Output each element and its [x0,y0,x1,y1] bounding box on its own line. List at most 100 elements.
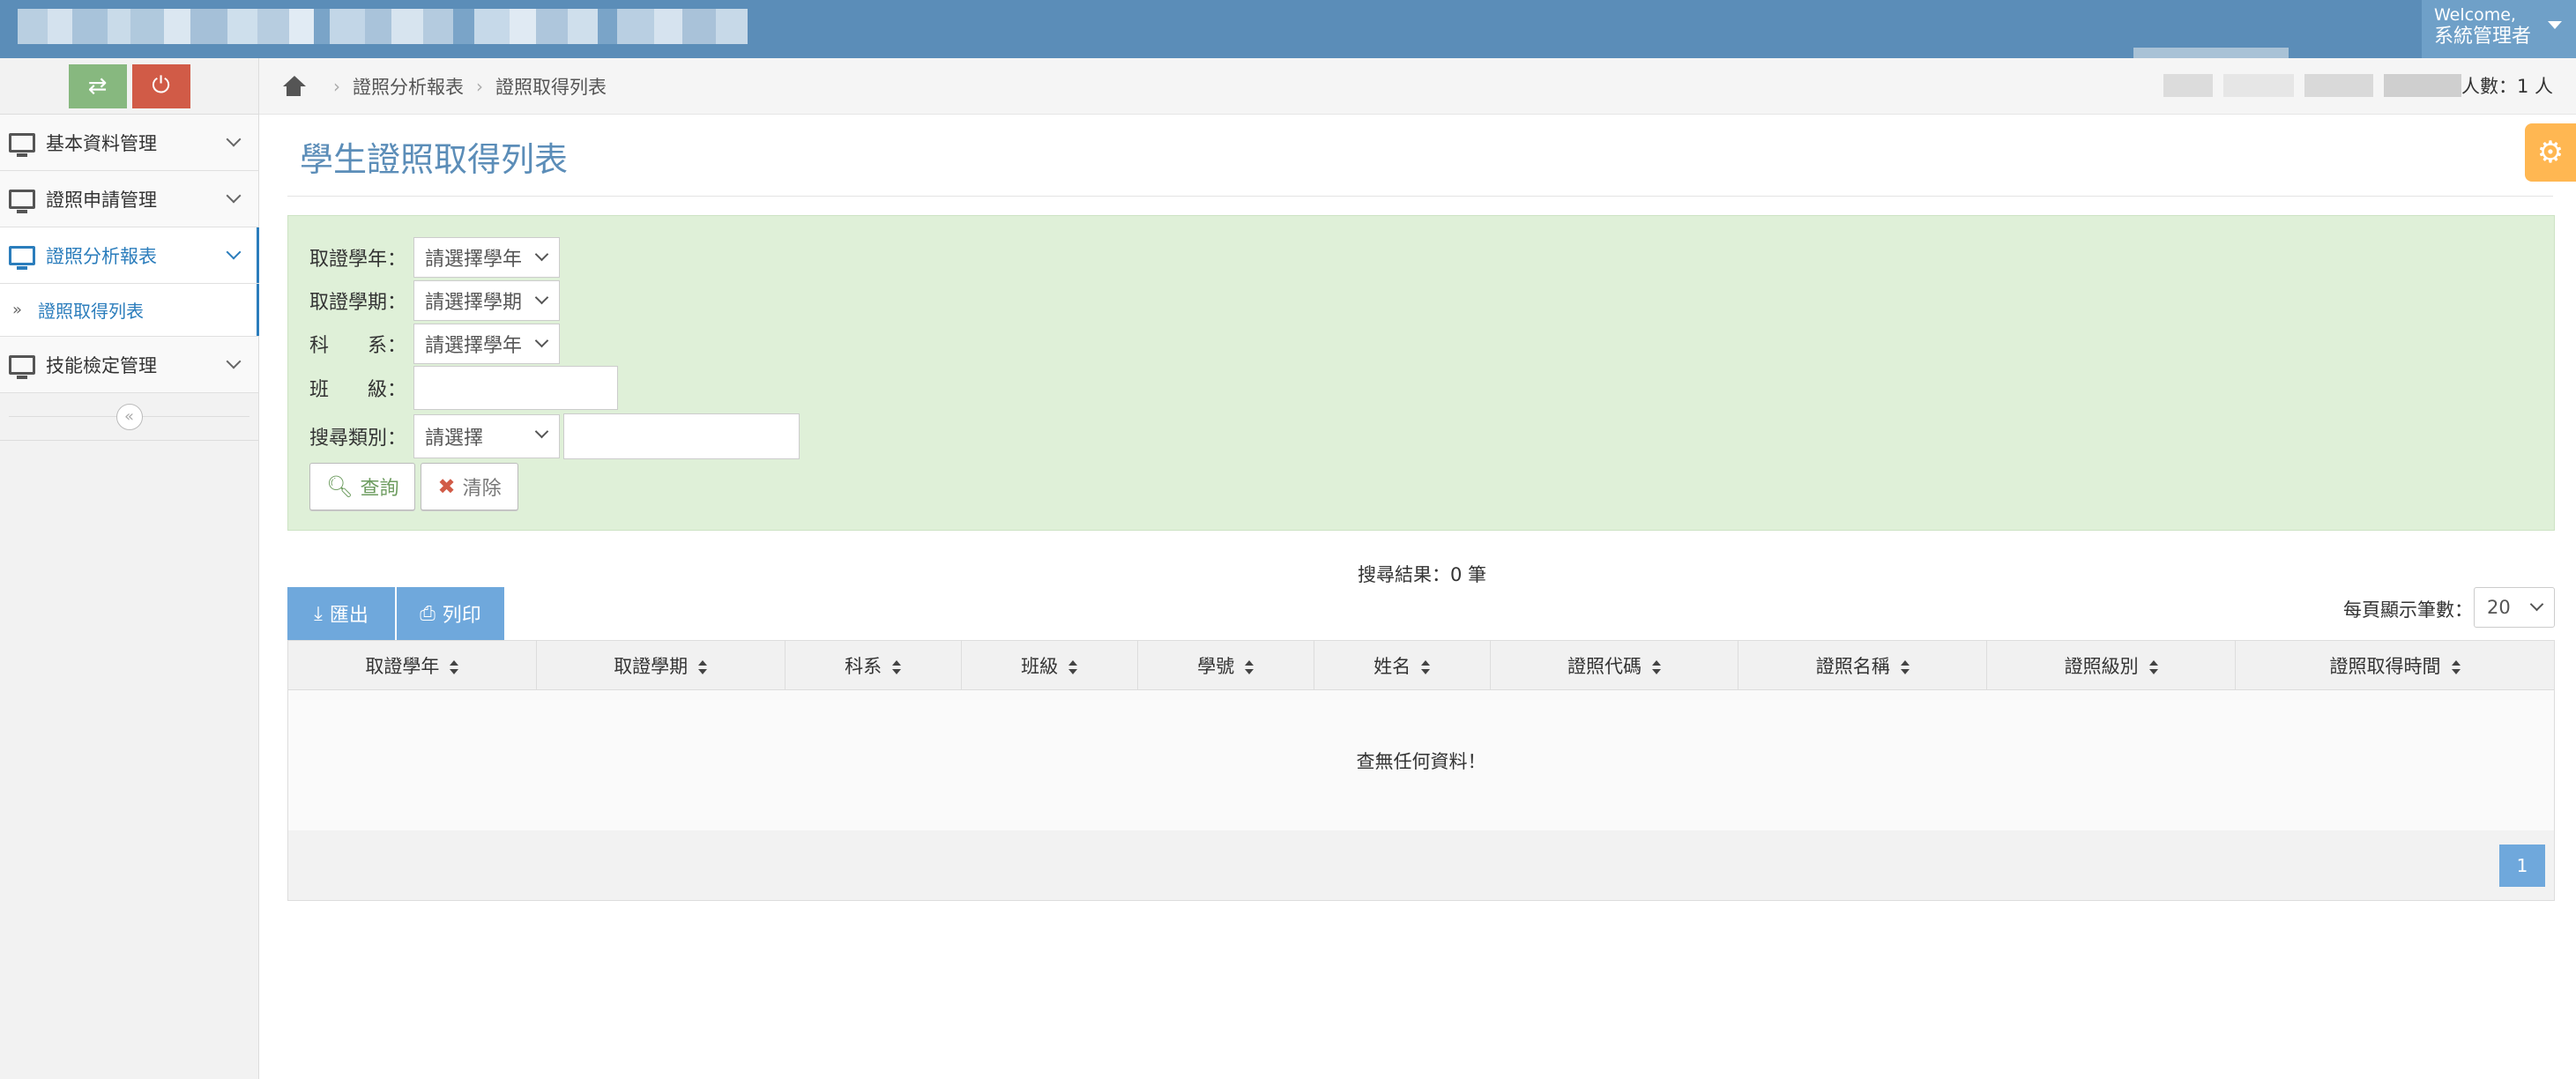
year-select[interactable]: 請選擇學年 [413,237,560,278]
chevron-down-icon [226,244,242,260]
column-label: 學號 [1197,655,1235,677]
dept-select[interactable]: 請選擇學年 [413,324,560,364]
dept-filter-row: 科 系： 請選擇學年 [309,324,560,364]
sidebar-subitem-cert-list[interactable]: » 證照取得列表 [0,284,259,337]
table-header-row: 取證學年 取證學期 科系 班級 學號 姓名 證照代碼 證照名稱 證照級別 證照取… [287,640,2555,690]
type-select[interactable]: 請選擇 [413,414,560,458]
sidebar-subitem-label: 證照取得列表 [38,301,145,322]
search-actions: 🔍︎ 查詢 ✖ 清除 [309,463,518,510]
export-button-label: 匯出 [329,605,369,627]
settings-button[interactable]: ⚙ [2525,123,2576,182]
year-filter-row: 取證學年： 請選擇學年 [309,237,560,278]
sidebar-shortcuts: ⇄ ⏻ [0,58,258,115]
sidebar-item-label: 技能檢定管理 [46,354,157,376]
desktop-icon [9,132,35,157]
breadcrumb: › 證照分析報表 › 證照取得列表 人數：1 人 [259,58,2576,115]
chevron-down-icon [534,290,549,305]
column-header[interactable]: 證照取得時間 [2235,640,2555,690]
class-label: 班 級： [309,379,407,401]
sidebar-collapse-button[interactable]: « [115,403,143,430]
breadcrumb-item-current: 證照取得列表 [495,76,607,98]
blurred-text [2304,74,2373,97]
column-header[interactable]: 姓名 [1313,640,1491,690]
sort-icon [892,659,902,674]
pagination-page-button[interactable]: 1 [2499,845,2545,887]
column-header[interactable]: 證照代碼 [1489,640,1739,690]
header-divider [2133,48,2289,58]
column-header[interactable]: 證照級別 [1986,640,2236,690]
column-label: 取證學年 [365,655,440,677]
sidebar-item-cert-reports[interactable]: 證照分析報表 [0,227,259,284]
column-header[interactable]: 取證學年 [287,640,537,690]
column-label: 取證學期 [614,655,689,677]
results-table: 取證學年 取證學期 科系 班級 學號 姓名 證照代碼 證照名稱 證照級別 證照取… [287,640,2555,831]
welcome-text: Welcome, [2434,5,2516,25]
column-header[interactable]: 科系 [784,640,962,690]
online-users: 人數：1 人 [2163,72,2553,99]
page-size-label: 每頁顯示筆數： [2343,599,2473,621]
keyword-input[interactable] [563,413,800,459]
download-icon: ⤓ [314,602,323,625]
table-footer: 1 [287,830,2555,901]
desktop-icon [9,245,35,270]
page-size-select[interactable]: 20 [2474,587,2555,628]
column-header[interactable]: 學號 [1136,640,1314,690]
export-button[interactable]: ⤓ 匯出 [287,587,395,640]
breadcrumb-separator: › [333,75,340,97]
sidebar-item-label: 基本資料管理 [46,132,157,154]
user-menu[interactable]: Welcome, 系統管理者 [2422,0,2576,58]
brand-logo-blurred [18,9,785,44]
print-button[interactable]: ⎙ 列印 [397,587,504,640]
result-count: 搜尋結果：0 筆 [1358,564,1487,585]
chevron-down-icon [2529,597,2544,612]
chevron-down-icon [534,247,549,262]
column-label: 證照級別 [2064,655,2139,677]
year-label: 取證學年： [309,249,407,271]
print-icon: ⎙ [420,602,436,625]
search-panel: 取證學年： 請選擇學年 取證學期： 請選擇學期 科 系： 請選擇學年 班 級： … [287,215,2555,531]
switch-button[interactable]: ⇄ [68,63,127,108]
blurred-text [2222,74,2294,97]
sort-icon [1900,659,1910,674]
page-size-value: 20 [2487,597,2511,618]
caret-down-icon [2548,21,2562,29]
type-select-value: 請選擇 [425,428,484,450]
column-header[interactable]: 證照名稱 [1738,640,1988,690]
desktop-icon [9,189,35,213]
column-label: 證照取得時間 [2329,655,2441,677]
sidebar-item-cert-application[interactable]: 證照申請管理 [0,171,258,227]
title-divider [287,196,2553,197]
type-label: 搜尋類別： [309,428,407,450]
sidebar-item-skill-test[interactable]: 技能檢定管理 [0,337,258,393]
column-header[interactable]: 取證學期 [535,640,785,690]
sidebar-item-label: 證照申請管理 [46,189,157,211]
sort-icon [450,659,459,674]
breadcrumb-separator: › [476,75,483,97]
clear-button-label: 清除 [462,478,502,500]
chevron-down-icon [534,424,549,439]
year-select-value: 請選擇學年 [425,249,523,271]
term-label: 取證學期： [309,292,407,314]
blurred-text [2383,74,2461,97]
sort-icon [1421,659,1431,674]
query-button[interactable]: 🔍︎ 查詢 [309,463,416,510]
term-select[interactable]: 請選擇學期 [413,280,560,321]
print-button-label: 列印 [442,605,481,627]
sort-icon [698,659,708,674]
sidebar-item-label: 證照分析報表 [46,245,157,267]
breadcrumb-item-reports[interactable]: 證照分析報表 [353,73,464,100]
term-filter-row: 取證學期： 請選擇學期 [309,280,560,321]
home-icon[interactable] [282,75,306,97]
dept-label: 科 系： [309,335,407,357]
clear-button[interactable]: ✖ 清除 [421,463,518,510]
column-label: 姓名 [1374,655,1411,677]
chevron-down-icon [226,131,242,147]
double-angle-right-icon: » [12,301,23,319]
sort-icon [1245,659,1254,674]
column-label: 證照代碼 [1567,655,1642,677]
logout-button[interactable]: ⏻ [131,63,190,108]
sidebar-item-basic-data[interactable]: 基本資料管理 [0,115,258,171]
sidebar-collapse-row: « [0,393,258,441]
column-header[interactable]: 班級 [960,640,1138,690]
class-input[interactable] [413,366,618,410]
